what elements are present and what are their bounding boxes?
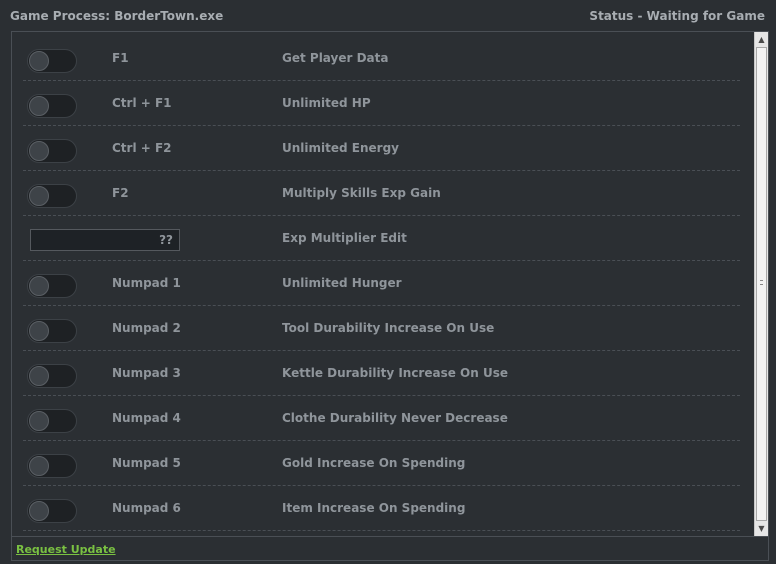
scroll-thumb[interactable] <box>756 47 767 521</box>
status-label: Status - Waiting for Game <box>589 8 765 23</box>
toggle-knob <box>29 276 49 296</box>
toggle-switch[interactable] <box>27 454 77 478</box>
toggle-knob <box>29 411 49 431</box>
hotkey-label: Numpad 3 <box>112 366 181 380</box>
cheat-row: ?? Exp Multiplier Edit <box>12 216 754 261</box>
hotkey-label: Numpad 5 <box>112 456 181 470</box>
toggle-switch[interactable] <box>27 49 77 73</box>
cheat-label: Item Increase On Spending <box>282 501 466 515</box>
cheat-label: Kettle Durability Increase On Use <box>282 366 508 380</box>
value-edit-field[interactable]: ?? <box>30 229 180 251</box>
toggle-knob <box>29 51 49 71</box>
cheat-row: F1 Get Player Data <box>12 36 754 81</box>
scroll-up-arrow-icon[interactable]: ▲ <box>755 33 768 46</box>
hotkey-label: Ctrl + F2 <box>112 141 172 155</box>
game-process-label: Game Process: BorderTown.exe <box>10 8 224 23</box>
toggle-knob <box>29 321 49 341</box>
toggle-switch[interactable] <box>27 184 77 208</box>
cheat-row: Numpad 6 Item Increase On Spending <box>12 486 754 531</box>
toggle-switch[interactable] <box>27 409 77 433</box>
toggle-switch[interactable] <box>27 94 77 118</box>
request-update-link[interactable]: Request Update <box>16 543 116 556</box>
cheat-list-panel: F1 Get Player Data Ctrl + F1 Unlimited HP Ct… <box>11 31 769 537</box>
cheat-label: Tool Durability Increase On Use <box>282 321 495 335</box>
cheat-row: Numpad 2 Tool Durability Increase On Use <box>12 306 754 351</box>
hotkey-label: Ctrl + F1 <box>112 96 172 110</box>
hotkey-label: Numpad 4 <box>112 411 181 425</box>
cheat-label: Get Player Data <box>282 51 389 65</box>
toggle-knob <box>29 186 49 206</box>
cheat-label: Multiply Skills Exp Gain <box>282 186 441 200</box>
cheat-label: Gold Increase On Spending <box>282 456 466 470</box>
toggle-knob <box>29 501 49 521</box>
toggle-knob <box>29 366 49 386</box>
cheat-label: Unlimited Hunger <box>282 276 402 290</box>
header-bar: Game Process: BorderTown.exe Status - Wa… <box>0 0 776 31</box>
toggle-switch[interactable] <box>27 499 77 523</box>
toggle-switch[interactable] <box>27 139 77 163</box>
hotkey-label: Numpad 1 <box>112 276 181 290</box>
footer-bar: Request Update <box>11 537 769 561</box>
toggle-switch[interactable] <box>27 274 77 298</box>
cheat-row: Numpad 1 Unlimited Hunger <box>12 261 754 306</box>
scroll-down-arrow-icon[interactable]: ▼ <box>755 522 768 535</box>
cheat-row: Numpad 4 Clothe Durability Never Decrease <box>12 396 754 441</box>
toggle-switch[interactable] <box>27 364 77 388</box>
cheat-label: Unlimited HP <box>282 96 371 110</box>
cheat-label: Unlimited Energy <box>282 141 399 155</box>
vertical-scrollbar[interactable]: ▲ ▼ <box>754 32 768 536</box>
cheat-row: Numpad 3 Kettle Durability Increase On Us… <box>12 351 754 396</box>
toggle-knob <box>29 96 49 116</box>
cheat-row: Numpad 5 Gold Increase On Spending <box>12 441 754 486</box>
thumb-grip-icon <box>760 280 763 285</box>
hotkey-label: F1 <box>112 51 129 65</box>
toggle-knob <box>29 141 49 161</box>
cheat-row: Ctrl + F1 Unlimited HP <box>12 81 754 126</box>
hotkey-label: Numpad 6 <box>112 501 181 515</box>
cheat-row: Ctrl + F2 Unlimited Energy <box>12 126 754 171</box>
hotkey-label: F2 <box>112 186 129 200</box>
cheat-label: Clothe Durability Never Decrease <box>282 411 508 425</box>
toggle-switch[interactable] <box>27 319 77 343</box>
cheat-row: F2 Multiply Skills Exp Gain <box>12 171 754 216</box>
toggle-knob <box>29 456 49 476</box>
cheat-rows: F1 Get Player Data Ctrl + F1 Unlimited HP Ct… <box>12 32 754 536</box>
hotkey-label: Numpad 2 <box>112 321 181 335</box>
cheat-label: Exp Multiplier Edit <box>282 231 407 245</box>
